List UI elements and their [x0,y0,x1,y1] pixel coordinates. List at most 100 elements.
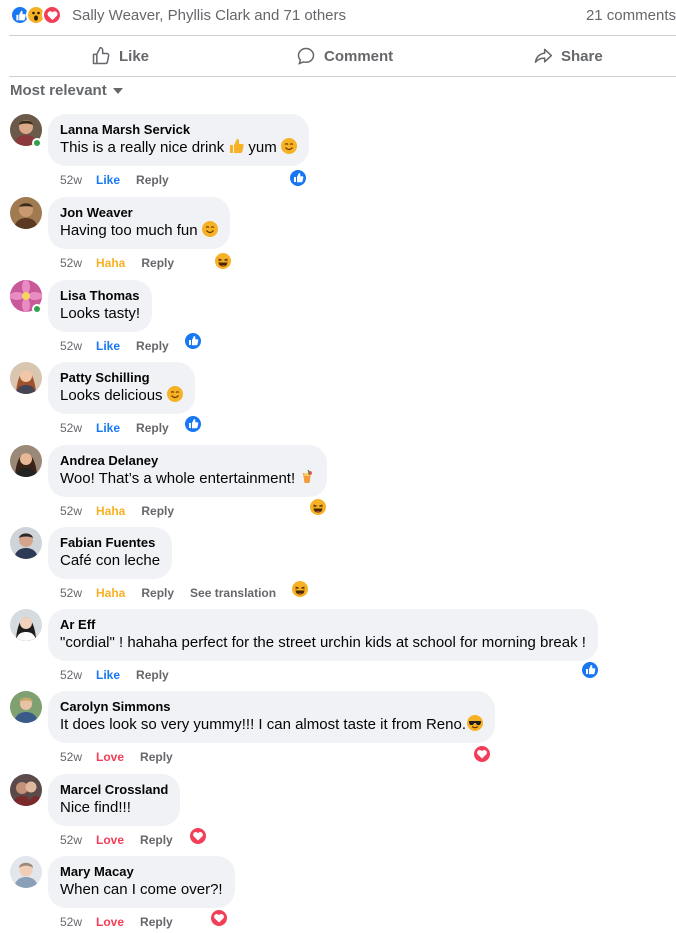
commenter-name[interactable]: Carolyn Simmons [60,699,483,715]
commenter-name[interactable]: Ar Eff [60,617,586,633]
commenter-name[interactable]: Marcel Crossland [60,782,168,798]
comment-reply-button[interactable]: Reply [136,339,169,353]
comment-text: "cordial" ! hahaha perfect for the stree… [60,634,586,651]
avatar[interactable] [10,362,42,394]
haha-icon[interactable] [309,498,327,516]
avatar[interactable] [10,527,42,559]
commenter-name[interactable]: Patty Schilling [60,370,183,386]
comment-reply-button[interactable]: Reply [136,668,169,682]
avatar[interactable] [10,609,42,641]
comment-text: This is a really nice drink yum [60,138,297,158]
commenter-name[interactable]: Andrea Delaney [60,453,315,469]
thumbs-up-icon [230,139,244,153]
comment-haha-button[interactable]: Haha [96,256,125,270]
comment-like-button[interactable]: Like [96,421,120,435]
comment-text-part: yum [248,139,277,156]
comment-bubble: Carolyn Simmons It does look so very yum… [48,691,495,743]
comment-button[interactable]: Comment [296,37,393,75]
commenter-name[interactable]: Mary Macay [60,864,223,880]
comment-time[interactable]: 52w [60,339,82,353]
like-button[interactable]: Like [91,37,149,75]
comment-item: Patty Schilling Looks delicious 52w Like… [0,362,676,444]
like-icon[interactable] [289,169,307,187]
love-icon[interactable] [473,745,491,763]
comment-time[interactable]: 52w [60,668,82,682]
tropical-drink-icon [303,469,313,483]
comment-bubble: Lisa Thomas Looks tasty! [48,280,153,332]
online-status-icon [32,138,42,148]
avatar[interactable] [10,445,42,477]
comment-love-button[interactable]: Love [96,833,124,847]
comment-haha-button[interactable]: Haha [96,586,125,600]
comment-button-label: Comment [324,47,394,65]
comment-reply-button[interactable]: Reply [141,586,174,600]
avatar[interactable] [10,691,42,723]
online-status-icon [32,304,42,314]
love-icon[interactable] [210,909,228,927]
comment-meta: 52w Haha Reply See translation [60,586,276,600]
comment-reply-button[interactable]: Reply [136,173,169,187]
comment-text: Café con leche [60,552,161,569]
commenter-name[interactable]: Fabian Fuentes [60,535,160,551]
comment-like-button[interactable]: Like [96,173,120,187]
comment-love-button[interactable]: Love [96,750,124,764]
commenter-name[interactable]: Lanna Marsh Servick [60,122,297,138]
like-icon[interactable] [184,415,202,433]
comment-reply-button[interactable]: Reply [140,833,173,847]
comment-reply-button[interactable]: Reply [136,421,169,435]
comment-text: It does look so very yummy!!! I can almo… [60,715,483,735]
commenter-name[interactable]: Jon Weaver [60,205,218,221]
comment-time[interactable]: 52w [60,750,82,764]
comment-text-part: Looks delicious [60,387,163,404]
commenter-name[interactable]: Lisa Thomas [60,288,140,304]
comment-text: Looks delicious [60,386,183,406]
reaction-summary: Sally Weaver, Phyllis Clark and 71 other… [0,0,676,32]
comment-time[interactable]: 52w [60,833,82,847]
comment-meta: 52w Love Reply [60,915,189,929]
like-icon[interactable] [581,661,599,679]
like-button-label: Like [119,47,150,65]
comment-haha-button[interactable]: Haha [96,504,125,518]
avatar[interactable] [10,197,42,229]
sunglasses-face-icon [466,715,483,731]
comment-like-button[interactable]: Like [96,339,120,353]
comment-like-button[interactable]: Like [96,668,120,682]
comment-time[interactable]: 52w [60,256,82,270]
comment-reply-button[interactable]: Reply [141,256,174,270]
comment-bubble: Marcel Crossland Nice find!!! [48,774,181,826]
comment-text: Looks tasty! [60,305,141,322]
avatar[interactable] [10,774,42,806]
share-button[interactable]: Share [533,37,603,75]
comment-bubble: Mary Macay When can I come over?! [48,856,235,908]
comment-item: Fabian Fuentes Café con leche 52w Haha R… [0,527,676,609]
comment-time[interactable]: 52w [60,586,82,600]
thumbs-up-icon [92,46,110,65]
comment-meta: 52w Like Reply [60,173,185,187]
haha-icon[interactable] [291,580,309,598]
comment-reply-button[interactable]: Reply [140,750,173,764]
comment-item: Andrea Delaney Woo! That’s a whole enter… [0,445,676,527]
reactors-names[interactable]: Sally Weaver, Phyllis Clark and 71 other… [72,7,346,24]
comment-item: Marcel Crossland Nice find!!! 52w Love R… [0,774,676,856]
comment-bubble: Fabian Fuentes Café con leche [48,527,173,579]
comment-reply-button[interactable]: Reply [141,504,174,518]
comment-time[interactable]: 52w [60,504,82,518]
comment-reply-button[interactable]: Reply [140,915,173,929]
love-icon[interactable] [189,827,207,845]
see-translation-link[interactable]: See translation [190,586,276,600]
comment-time[interactable]: 52w [60,421,82,435]
post-comments-panel: Sally Weaver, Phyllis Clark and 71 other… [0,0,676,933]
avatar[interactable] [10,856,42,888]
comment-time[interactable]: 52w [60,173,82,187]
comment-text-part: It does look so very yummy!!! I can almo… [60,716,466,733]
comment-text-part: Woo! That’s a whole entertainment! [60,470,296,487]
comments-count[interactable]: 21 comments [586,7,676,24]
comment-text-part: This is a really nice drink [60,139,225,156]
like-icon[interactable] [184,332,202,350]
sort-dropdown[interactable]: Most relevant [10,82,123,99]
comment-text: Nice find!!! [60,799,131,816]
comment-time[interactable]: 52w [60,915,82,929]
comment-love-button[interactable]: Love [96,915,124,929]
smiling-face-icon [166,386,183,402]
haha-icon[interactable] [214,252,232,270]
